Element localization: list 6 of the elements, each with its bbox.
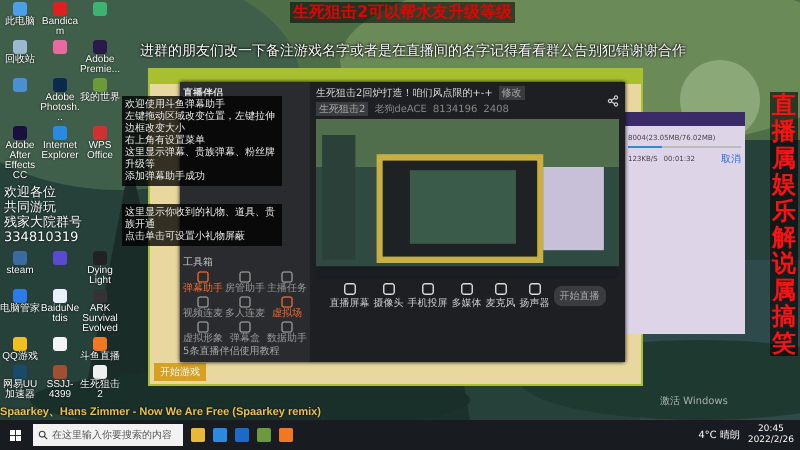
clock-time: 20:45 [758,424,784,435]
search-field[interactable]: 在这里输入你要搜索的内容 [33,424,183,446]
search-icon [38,430,48,440]
start-icon[interactable] [10,430,21,440]
clock-date: 2022/2/26 [748,435,794,446]
weather-text: 4°C 晴朗 [698,428,740,442]
